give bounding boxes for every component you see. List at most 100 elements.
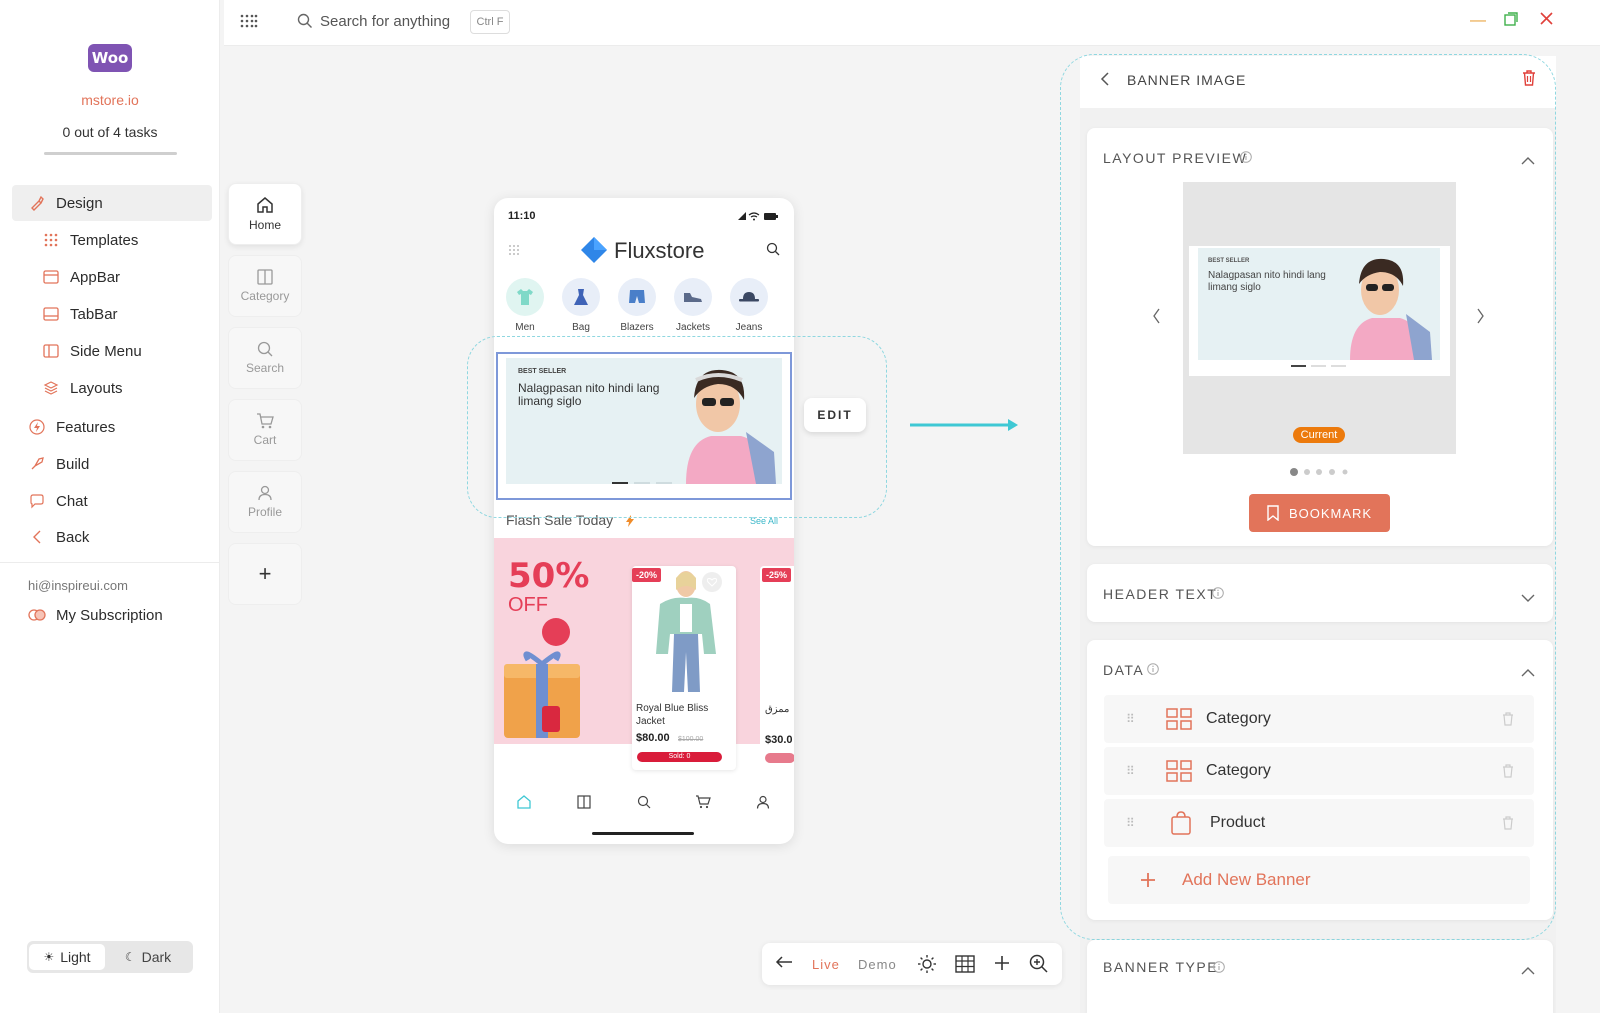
current-badge: Current xyxy=(1293,427,1345,443)
status-icons xyxy=(738,208,780,226)
tab-profile[interactable]: Profile xyxy=(228,471,302,533)
sidebar-item-chat[interactable]: Chat xyxy=(12,483,212,519)
bookmark-button[interactable]: BOOKMARK xyxy=(1249,494,1390,532)
row-trash-icon[interactable] xyxy=(1502,764,1514,778)
apps-grid-icon[interactable] xyxy=(240,14,258,33)
brightness-icon[interactable] xyxy=(917,954,937,979)
prev-layout-icon[interactable] xyxy=(1152,308,1160,329)
category-label: Jeans xyxy=(735,322,763,333)
tasks-count: 0 out of 4 tasks xyxy=(62,124,158,140)
search-icon xyxy=(297,13,313,34)
phone-menu-icon[interactable] xyxy=(508,243,520,261)
subscription-label: My Subscription xyxy=(56,606,163,624)
phone-search-icon[interactable] xyxy=(766,242,780,261)
user-email: hi@inspireui.com xyxy=(28,578,128,593)
panel-back-icon[interactable] xyxy=(1100,72,1110,91)
side-menu-icon xyxy=(42,342,60,360)
row-trash-icon[interactable] xyxy=(1502,712,1514,726)
banner-type-card[interactable] xyxy=(1087,940,1553,1013)
sidebar-item-templates[interactable]: Templates xyxy=(12,222,212,258)
my-subscription-link[interactable]: My Subscription xyxy=(12,597,212,633)
category-grid-icon xyxy=(1166,760,1192,782)
search-input[interactable]: Search for anything xyxy=(320,13,450,30)
sidebar-item-side-menu[interactable]: Side Menu xyxy=(12,333,212,369)
data-row[interactable]: ⠿ Category xyxy=(1104,747,1534,795)
back-arrow-icon[interactable] xyxy=(775,955,793,974)
edit-button[interactable]: EDIT xyxy=(804,398,866,432)
category-jeans[interactable]: Jeans xyxy=(729,278,769,333)
chevron-up-icon[interactable] xyxy=(1521,152,1535,170)
layout-pagination xyxy=(1289,464,1349,482)
sidebar-item-label: TabBar xyxy=(70,305,118,323)
plus-icon: + xyxy=(258,561,272,586)
chevron-up-icon[interactable] xyxy=(1521,664,1535,682)
store-name[interactable]: mstore.io xyxy=(0,92,220,108)
tab-home[interactable]: Home xyxy=(228,183,302,245)
drag-handle-icon[interactable]: ⠿ xyxy=(1126,713,1136,725)
nav-home-icon[interactable] xyxy=(514,792,534,812)
tab-label: Search xyxy=(245,361,285,375)
tab-label: Home xyxy=(248,218,281,232)
nav-profile-icon[interactable] xyxy=(753,792,773,812)
sidebar-item-build[interactable]: Build xyxy=(12,446,212,482)
category-label: Blazers xyxy=(620,322,654,333)
preview-dot-active xyxy=(1291,365,1306,367)
trash-icon[interactable] xyxy=(1522,70,1536,91)
theme-dark-button[interactable]: ☾ Dark xyxy=(110,944,186,970)
close-icon[interactable] xyxy=(1540,12,1553,30)
sidebar-item-label: Back xyxy=(56,528,90,546)
next-layout-icon[interactable] xyxy=(1477,308,1485,329)
discount-badge-2: -25% xyxy=(762,568,792,582)
sidebar-item-back[interactable]: Back xyxy=(12,519,212,555)
sidebar-item-label: Layouts xyxy=(70,379,123,397)
table-icon[interactable] xyxy=(955,955,975,978)
nav-search-icon[interactable] xyxy=(634,792,654,812)
sidebar-item-label: Side Menu xyxy=(70,342,142,360)
woo-logo: Woo xyxy=(88,44,132,72)
nav-category-icon[interactable] xyxy=(574,792,594,812)
zoom-in-icon[interactable] xyxy=(1029,954,1048,978)
data-row[interactable]: ⠿ Category xyxy=(1104,695,1534,743)
heart-icon[interactable] xyxy=(702,572,722,592)
tab-search[interactable]: Search xyxy=(228,327,302,389)
category-label: Bag xyxy=(572,322,590,333)
tab-cart[interactable]: Cart xyxy=(228,399,302,461)
data-row[interactable]: ⠿ Product xyxy=(1104,799,1534,847)
bookmark-label: BOOKMARK xyxy=(1288,505,1373,521)
plus-icon[interactable] xyxy=(993,954,1011,977)
rocket-icon xyxy=(28,455,46,473)
minimize-icon[interactable]: — xyxy=(1470,12,1486,30)
sidebar-item-design[interactable]: Design xyxy=(12,185,212,221)
chevron-down-icon[interactable] xyxy=(1521,589,1535,607)
tabbar-icon xyxy=(42,305,60,323)
category-jackets[interactable]: Jackets xyxy=(673,278,713,333)
drag-handle-icon[interactable]: ⠿ xyxy=(1126,817,1136,829)
category-blazers[interactable]: Blazers xyxy=(617,278,657,333)
sidebar-item-label: Design xyxy=(56,194,103,212)
category-bag[interactable]: Bag xyxy=(561,278,601,333)
category-men[interactable]: Men xyxy=(505,278,545,333)
row-trash-icon[interactable] xyxy=(1502,816,1514,830)
product-old-price: $100.00 xyxy=(678,736,704,743)
category-label: Men xyxy=(515,322,535,333)
sidebar-item-tabbar[interactable]: TabBar xyxy=(12,296,212,332)
sidebar-item-features[interactable]: Features xyxy=(12,409,212,445)
live-toggle[interactable]: Live xyxy=(812,957,840,972)
arrow-right-icon xyxy=(910,419,1018,431)
appbar-icon xyxy=(42,268,60,286)
drag-handle-icon[interactable]: ⠿ xyxy=(1126,765,1136,777)
add-tab-button[interactable]: + xyxy=(228,543,302,605)
nav-cart-icon[interactable] xyxy=(693,792,713,812)
maximize-icon[interactable] xyxy=(1504,12,1518,31)
sidebar-item-appbar[interactable]: AppBar xyxy=(12,259,212,295)
brand-name: Fluxstore xyxy=(614,238,705,263)
add-new-banner-button[interactable]: Add New Banner xyxy=(1108,856,1530,904)
tab-category[interactable]: Category xyxy=(228,255,302,317)
theme-light-button[interactable]: ☀ Light xyxy=(29,944,105,970)
demo-toggle[interactable]: Demo xyxy=(858,957,897,972)
sidebar-item-label: Templates xyxy=(70,231,139,249)
sidebar-item-layouts[interactable]: Layouts xyxy=(12,370,212,406)
status-time: 11:10 xyxy=(508,210,536,222)
chevron-up-icon[interactable] xyxy=(1521,962,1535,980)
user-icon xyxy=(258,485,272,501)
